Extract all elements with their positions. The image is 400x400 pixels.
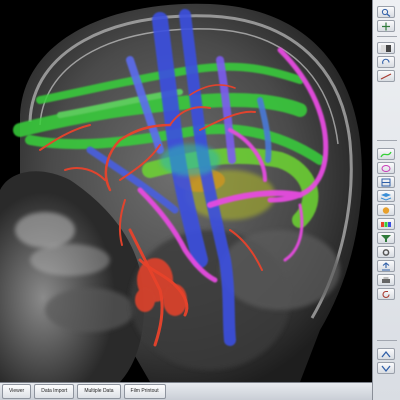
print-icon: [382, 276, 390, 283]
pan-icon: [382, 22, 390, 30]
bottom-tab-bar: Viewer Data Import Multiple Data Film Pr…: [0, 382, 372, 400]
rotate-icon: [382, 58, 390, 64]
right-toolbar: [372, 0, 400, 400]
prev-button[interactable]: [377, 348, 395, 360]
export-icon: [382, 261, 390, 270]
layers-button[interactable]: [377, 190, 395, 202]
render-button[interactable]: [377, 204, 395, 216]
tract-icon: [380, 151, 392, 157]
tab-data-import[interactable]: Data Import: [34, 384, 75, 399]
rotate-button[interactable]: [377, 56, 395, 68]
tract-button[interactable]: [377, 148, 395, 160]
export-button[interactable]: [377, 260, 395, 272]
mri-tractography-render: [0, 3, 362, 382]
roi-button[interactable]: [377, 162, 395, 174]
print-button[interactable]: [377, 274, 395, 286]
tab-viewer[interactable]: Viewer: [2, 384, 32, 399]
window-level-button[interactable]: [377, 42, 395, 54]
window-level-icon: [381, 44, 391, 52]
fiber-filter-icon: [381, 234, 391, 242]
settings-icon: [382, 248, 390, 256]
roi-icon: [381, 164, 391, 172]
next-button[interactable]: [377, 362, 395, 374]
settings-button[interactable]: [377, 246, 395, 258]
slice-button[interactable]: [377, 176, 395, 188]
slice-icon: [381, 178, 391, 186]
layers-icon: [380, 192, 392, 201]
zoom-button[interactable]: [377, 6, 395, 18]
tab-multiple-data[interactable]: Multiple Data: [77, 384, 121, 399]
zoom-icon: [381, 8, 391, 17]
measure-button[interactable]: [377, 70, 395, 82]
reset-button[interactable]: [377, 288, 395, 300]
tab-film-printout[interactable]: Film Printout: [123, 384, 166, 399]
chevron-down-icon: [381, 365, 391, 372]
pan-button[interactable]: [377, 20, 395, 32]
fiber-filter-button[interactable]: [377, 232, 395, 244]
color-map-button[interactable]: [377, 218, 395, 230]
reset-icon: [382, 290, 390, 298]
color-map-icon: [381, 221, 391, 227]
render-icon: [382, 206, 390, 214]
image-viewport[interactable]: [0, 0, 372, 382]
measure-icon: [380, 72, 392, 80]
chevron-up-icon: [381, 350, 391, 357]
